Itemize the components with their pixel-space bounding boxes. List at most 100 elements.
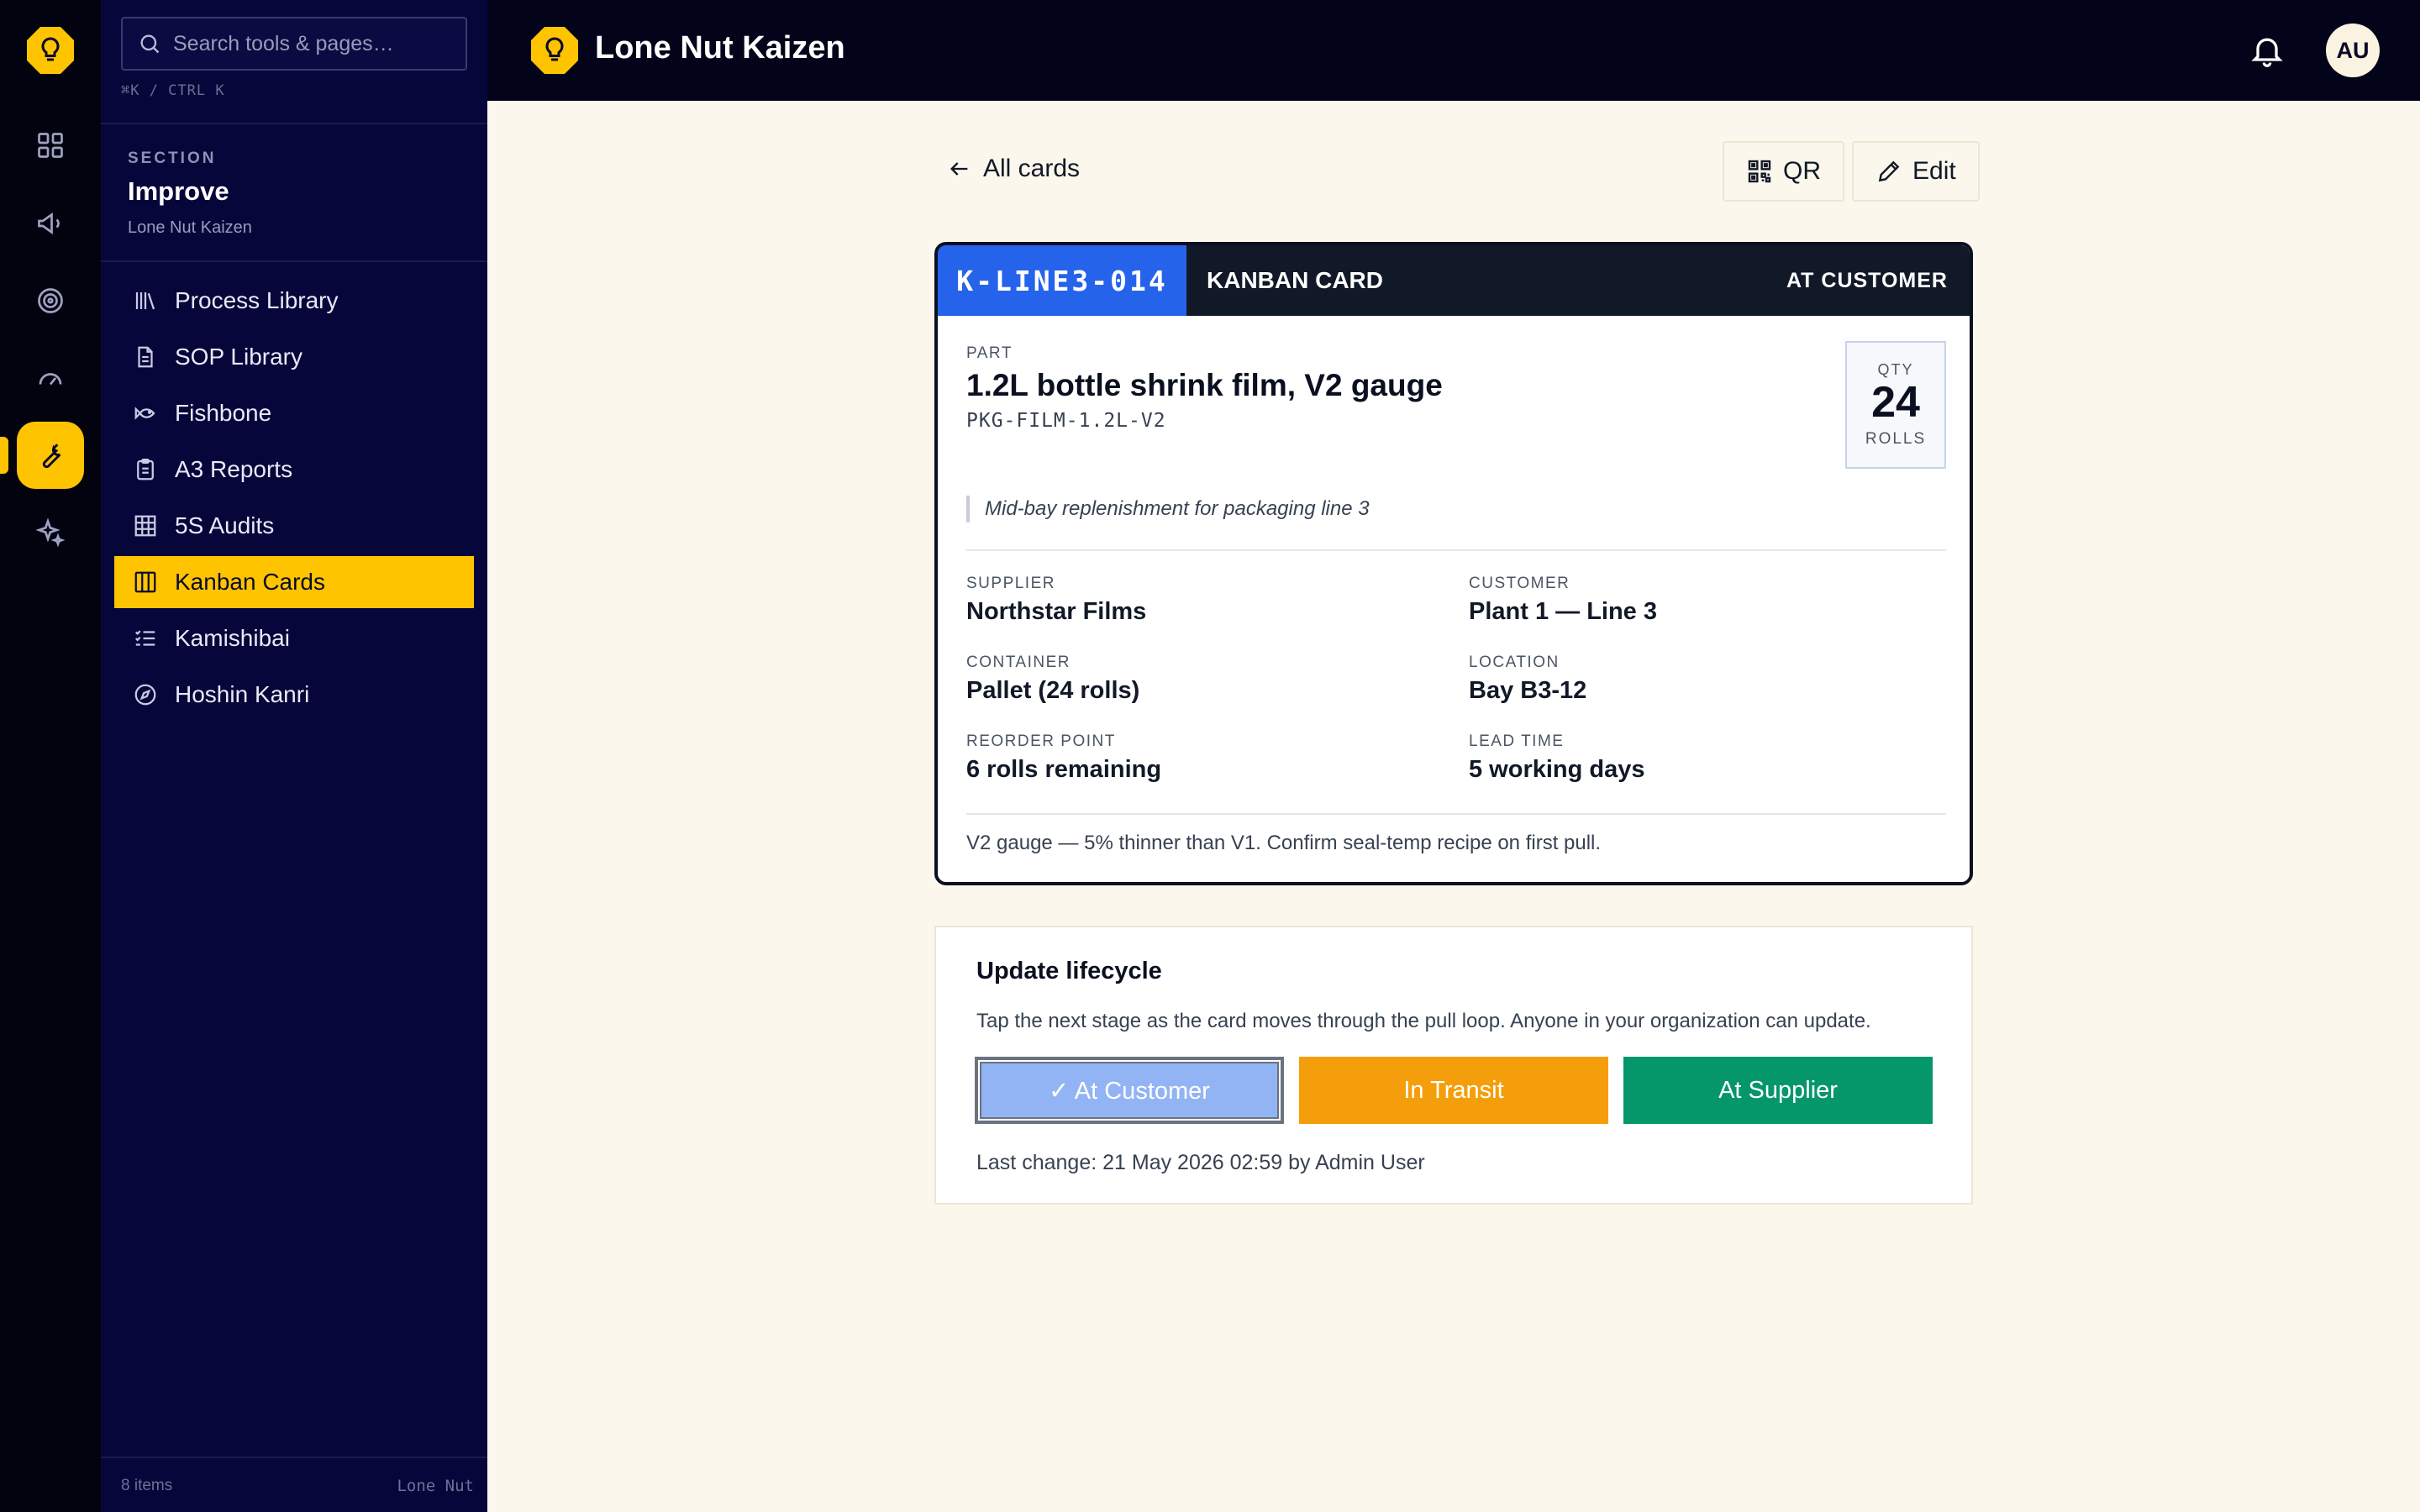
sidebar-item-sop-library[interactable]: SOP Library (114, 331, 474, 383)
compass-icon (134, 684, 156, 706)
sparkles-icon[interactable] (17, 499, 84, 566)
field-label: LEAD TIME (1469, 732, 1565, 750)
clipboard-icon (137, 459, 154, 480)
card-status: AT CUSTOMER (1786, 269, 1948, 292)
sidebar-item-label: Kamishibai (175, 625, 290, 651)
sidebar-item-hoshin-kanri[interactable]: Hoshin Kanri (114, 669, 474, 721)
sidebar-item-label: Kanban Cards (175, 569, 326, 595)
sidebar-item-a3-reports[interactable]: A3 Reports (114, 444, 474, 496)
field-label: CUSTOMER (1469, 575, 1570, 592)
brand-logo-icon[interactable] (529, 25, 580, 76)
edit-button-label: Edit (1912, 157, 1956, 185)
field-value: 5 working days (1469, 756, 1645, 783)
card-id: K-LINE3-014 (938, 245, 1186, 316)
edit-button[interactable]: Edit (1852, 141, 1980, 202)
section-org: Lone Nut Kaizen (128, 218, 252, 237)
section-title: Improve (128, 176, 229, 206)
field-label: LOCATION (1469, 654, 1560, 671)
target-icon[interactable] (17, 267, 84, 334)
part-name: 1.2L bottle shrink film, V2 gauge (966, 368, 1443, 402)
supplier-field: SUPPLIER Northstar Films (966, 575, 1437, 626)
kanban-card-header: K-LINE3-014 KANBAN CARD AT CUSTOMER (938, 245, 1970, 316)
field-value: 6 rolls remaining (966, 756, 1162, 783)
back-to-all-cards-link[interactable]: All cards (948, 155, 1080, 183)
gauge-icon[interactable] (17, 344, 84, 412)
card-note: Mid-bay replenishment for packaging line… (966, 496, 1370, 522)
dashboard-grid-icon[interactable] (17, 112, 84, 179)
document-icon (138, 346, 153, 368)
checklist-icon (134, 630, 155, 646)
sidebar-item-label: Process Library (175, 287, 339, 313)
sidebar-footer-brand: Lone Nut (397, 1477, 474, 1495)
sidebar-footer: 8 items Lone Nut (121, 1477, 474, 1495)
arrow-left-icon (950, 162, 968, 176)
lifecycle-panel: Update lifecycle Tap the next stage as t… (934, 926, 1973, 1205)
divider (966, 549, 1946, 551)
back-link-label: All cards (983, 155, 1081, 182)
field-label: SUPPLIER (966, 575, 1055, 592)
avatar[interactable]: AU (2326, 24, 2380, 77)
sidebar: ⌘K / CTRL K SECTION Improve Lone Nut Kai… (101, 0, 487, 1512)
card-type: KANBAN CARD (1207, 267, 1383, 293)
sidebar-item-fishbone[interactable]: Fishbone (114, 387, 474, 439)
library-icon (135, 292, 155, 310)
active-rail-marker (0, 437, 8, 474)
app-logo-icon[interactable] (25, 25, 76, 76)
divider (966, 813, 1946, 815)
kanban-card: K-LINE3-014 KANBAN CARD AT CUSTOMER PART… (934, 242, 1973, 885)
sidebar-item-label: Fishbone (175, 400, 272, 426)
card-footnote: V2 gauge — 5% thinner than V1. Confirm s… (966, 832, 1602, 854)
bell-icon[interactable] (2249, 32, 2286, 69)
location-field: LOCATION Bay B3-12 (1469, 654, 1939, 705)
brand-name[interactable]: Lone Nut Kaizen (595, 30, 845, 66)
last-change: Last change: 21 May 2026 02:59 by Admin … (976, 1151, 1425, 1174)
divider (101, 260, 487, 262)
part-label: PART (966, 344, 1013, 362)
quantity-box: QTY 24 ROLLS (1845, 341, 1946, 469)
megaphone-icon[interactable] (17, 190, 84, 257)
columns-icon (134, 571, 156, 593)
search-box[interactable] (121, 17, 467, 71)
stage-at-supplier-button[interactable]: At Supplier (1623, 1057, 1933, 1124)
stage-at-customer-button[interactable]: ✓ At Customer (975, 1057, 1284, 1124)
search-shortcut-hint: ⌘K / CTRL K (121, 82, 225, 99)
lead-time-field: LEAD TIME 5 working days (1469, 732, 1939, 784)
sidebar-item-label: SOP Library (175, 344, 302, 370)
part-code: PKG-FILM-1.2L-V2 (966, 410, 1166, 432)
lifecycle-description: Tap the next stage as the card moves thr… (976, 1010, 1871, 1032)
lifecycle-title: Update lifecycle (976, 958, 1162, 984)
pencil-icon (1878, 160, 1900, 182)
sidebar-item-kanban-cards[interactable]: Kanban Cards (114, 556, 474, 608)
field-label: CONTAINER (966, 654, 1071, 671)
stage-in-transit-button[interactable]: In Transit (1299, 1057, 1608, 1124)
sidebar-item-process-library[interactable]: Process Library (114, 275, 474, 327)
qty-value: 24 (1871, 377, 1920, 427)
divider (101, 1457, 487, 1458)
search-input[interactable] (173, 31, 459, 56)
search-icon (140, 34, 160, 54)
sidebar-item-label: 5S Audits (175, 512, 275, 538)
sidebar-item-count: 8 items (121, 1477, 173, 1494)
top-bar: Lone Nut Kaizen AU (487, 0, 2420, 101)
sidebar-item-kamishibai[interactable]: Kamishibai (114, 612, 474, 664)
field-value: Bay B3-12 (1469, 677, 1587, 704)
qty-unit: ROLLS (1865, 430, 1927, 449)
section-label: SECTION (128, 150, 217, 167)
container-field: CONTAINER Pallet (24 rolls) (966, 654, 1437, 705)
sidebar-item-5s-audits[interactable]: 5S Audits (114, 500, 474, 552)
sidebar-item-label: A3 Reports (175, 456, 293, 482)
qr-button[interactable]: QR (1723, 141, 1844, 202)
qty-label: QTY (1877, 360, 1914, 378)
field-label: REORDER POINT (966, 732, 1116, 750)
reorder-point-field: REORDER POINT 6 rolls remaining (966, 732, 1437, 784)
field-value: Northstar Films (966, 598, 1147, 625)
customer-field: CUSTOMER Plant 1 — Line 3 (1469, 575, 1939, 626)
wrench-icon[interactable] (17, 422, 84, 489)
qr-code-icon (1748, 160, 1771, 183)
grid-icon (134, 515, 156, 537)
sidebar-item-label: Hoshin Kanri (175, 681, 310, 707)
field-value: Pallet (24 rolls) (966, 677, 1140, 704)
qr-button-label: QR (1783, 157, 1821, 185)
divider (101, 123, 487, 124)
field-value: Plant 1 — Line 3 (1469, 598, 1657, 625)
